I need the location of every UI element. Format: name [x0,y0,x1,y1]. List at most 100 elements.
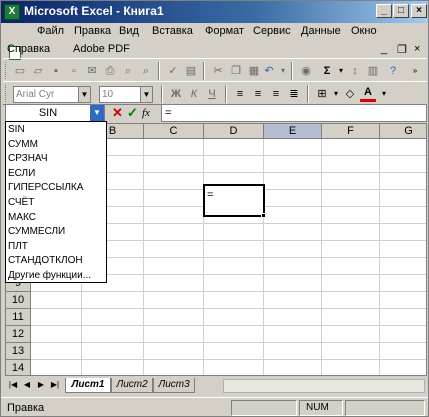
merge-center-icon[interactable]: ≣ [286,86,302,102]
minimize-button[interactable]: _ [376,4,392,18]
row-header[interactable]: 13 [6,343,31,360]
research-icon[interactable]: ▤ [183,63,199,79]
toolbar-options-icon[interactable]: » [407,63,423,79]
chart-wizard-icon[interactable]: ▥ [365,63,381,79]
new-icon[interactable]: ▭ [12,63,28,79]
function-list-item[interactable]: SIN [7,123,105,137]
column-header-e[interactable]: E [264,124,322,139]
row-header[interactable]: 12 [6,326,31,343]
column-header-g[interactable]: G [380,124,426,139]
cancel-icon[interactable]: ✕ [112,106,123,120]
print-icon[interactable]: ⎙ [102,63,118,79]
font-color-icon[interactable]: A [360,86,376,102]
permission-icon[interactable]: ▫ [66,63,82,79]
insert-function-button[interactable]: fx [142,106,150,120]
chevron-down-icon[interactable]: ▼ [90,105,104,121]
function-list-item[interactable]: СУММ [7,138,105,152]
align-left-icon[interactable]: ≡ [232,86,248,102]
italic-button[interactable]: К [186,86,202,102]
row-header[interactable]: 11 [6,309,31,326]
save-icon[interactable]: ▪ [48,63,64,79]
sheet-tab-1[interactable]: Лист1 [65,378,111,393]
maximize-button[interactable]: □ [393,4,409,18]
menu-window[interactable]: Окно [351,25,377,37]
first-sheet-icon[interactable]: |◀ [7,379,19,391]
doc-restore-button[interactable]: ❐ [397,43,407,56]
undo-dropdown-icon[interactable]: ▾ [275,63,291,79]
font-size-value: 10 [102,89,114,100]
function-list-item[interactable]: СУММЕСЛИ [7,225,105,239]
menu-file[interactable]: Файл [37,25,64,37]
menu-edit[interactable]: Правка [74,25,111,37]
row-gridline [31,325,426,326]
hyperlink-icon[interactable]: ◉ [298,63,314,79]
menu-format[interactable]: Формат [205,25,244,37]
window-title: Microsoft Excel - Книга1 [24,4,164,18]
function-list-item[interactable]: СЧЁТ [7,196,105,210]
function-list-item[interactable]: ПЛТ [7,240,105,254]
sheet-tabs-bar: |◀ ◀ ▶ ▶| Лист1 Лист2 Лист3 [5,377,427,395]
cut-icon[interactable]: ✂ [210,63,226,79]
function-list-item[interactable]: СРЗНАЧ [7,152,105,166]
align-center-icon[interactable]: ≡ [250,86,266,102]
menu-insert[interactable]: Вставка [152,25,193,37]
copy-icon[interactable]: ❐ [228,63,244,79]
function-list-item[interactable]: МАКС [7,211,105,225]
chevron-down-icon[interactable]: ▼ [140,87,152,102]
function-dropdown-list[interactable]: SIN СУММ СРЗНАЧ ЕСЛИ ГИПЕРССЫЛКА СЧЁТ МАКС СУММ… [5,121,107,283]
menu-view[interactable]: Вид [119,25,139,37]
last-sheet-icon[interactable]: ▶| [49,379,61,391]
font-color-dropdown-icon[interactable]: ▾ [376,86,392,102]
fill-handle[interactable] [261,213,266,218]
email-icon[interactable]: ✉ [84,63,100,79]
active-cell-e5[interactable]: = [203,184,265,217]
function-list-item[interactable]: Другие функции... [7,269,105,283]
sheet-tab-3[interactable]: Лист3 [153,378,195,393]
name-box-value: SIN [38,107,58,119]
underline-button[interactable]: Ч [204,86,220,102]
menu-data[interactable]: Данные [301,25,341,37]
print-preview-icon[interactable]: ⌕ [120,63,136,79]
bold-button[interactable]: Ж [168,86,184,102]
menu-tools[interactable]: Сервис [253,25,291,37]
function-list-item[interactable]: ЕСЛИ [7,167,105,181]
sort-ascending-icon[interactable]: ↕ [347,63,363,79]
function-list-item[interactable]: СТАНДОТКЛОН [7,254,105,268]
function-list-item[interactable]: ГИПЕРССЫЛКА [7,181,105,195]
name-box[interactable]: SIN ▼ [5,104,105,122]
doc-minimize-button[interactable]: _ [381,43,387,55]
enter-icon[interactable]: ✓ [127,106,138,120]
row-gridline [31,359,426,360]
fill-color-icon[interactable]: ◇ [342,86,358,102]
formula-input[interactable]: = [161,104,427,122]
toolbar-separator [225,85,227,103]
row-header[interactable]: 10 [6,292,31,309]
open-icon[interactable]: ▱ [30,63,46,79]
font-size-combo[interactable]: 10 ▼ [99,86,153,103]
column-header-d[interactable]: D [204,124,264,139]
prev-sheet-icon[interactable]: ◀ [21,379,33,391]
help-icon[interactable]: ? [385,63,401,79]
formula-bar: SIN ▼ ✕ ✓ fx = [1,103,428,123]
doc-close-button[interactable]: × [414,43,420,55]
menu-bar: Файл Правка Вид Вставка Формат Сервис Да… [1,23,428,61]
next-sheet-icon[interactable]: ▶ [35,379,47,391]
row-header[interactable]: 14 [6,360,31,375]
font-name-combo[interactable]: Arial Cyr ▼ [13,86,91,103]
menu-help[interactable]: Справка [7,43,50,55]
chevron-down-icon[interactable]: ▼ [78,87,90,102]
spelling-icon[interactable]: ✓ [165,63,181,79]
toolbar-separator [158,62,160,80]
column-header-f[interactable]: F [322,124,380,139]
paste-icon[interactable]: ▦ [246,63,262,79]
sheet-tab-2[interactable]: Лист2 [111,378,153,393]
toolbar-grip[interactable] [5,62,8,79]
excel-app-icon[interactable]: X [4,4,20,20]
close-button[interactable]: × [411,4,427,18]
horizontal-scrollbar[interactable] [223,379,425,393]
align-right-icon[interactable]: ≡ [268,86,284,102]
toolbar-grip[interactable] [5,85,8,102]
menu-adobe-pdf[interactable]: Adobe PDF [73,43,130,55]
search-icon[interactable]: ⌕ [138,63,154,79]
column-gridline [379,139,380,375]
